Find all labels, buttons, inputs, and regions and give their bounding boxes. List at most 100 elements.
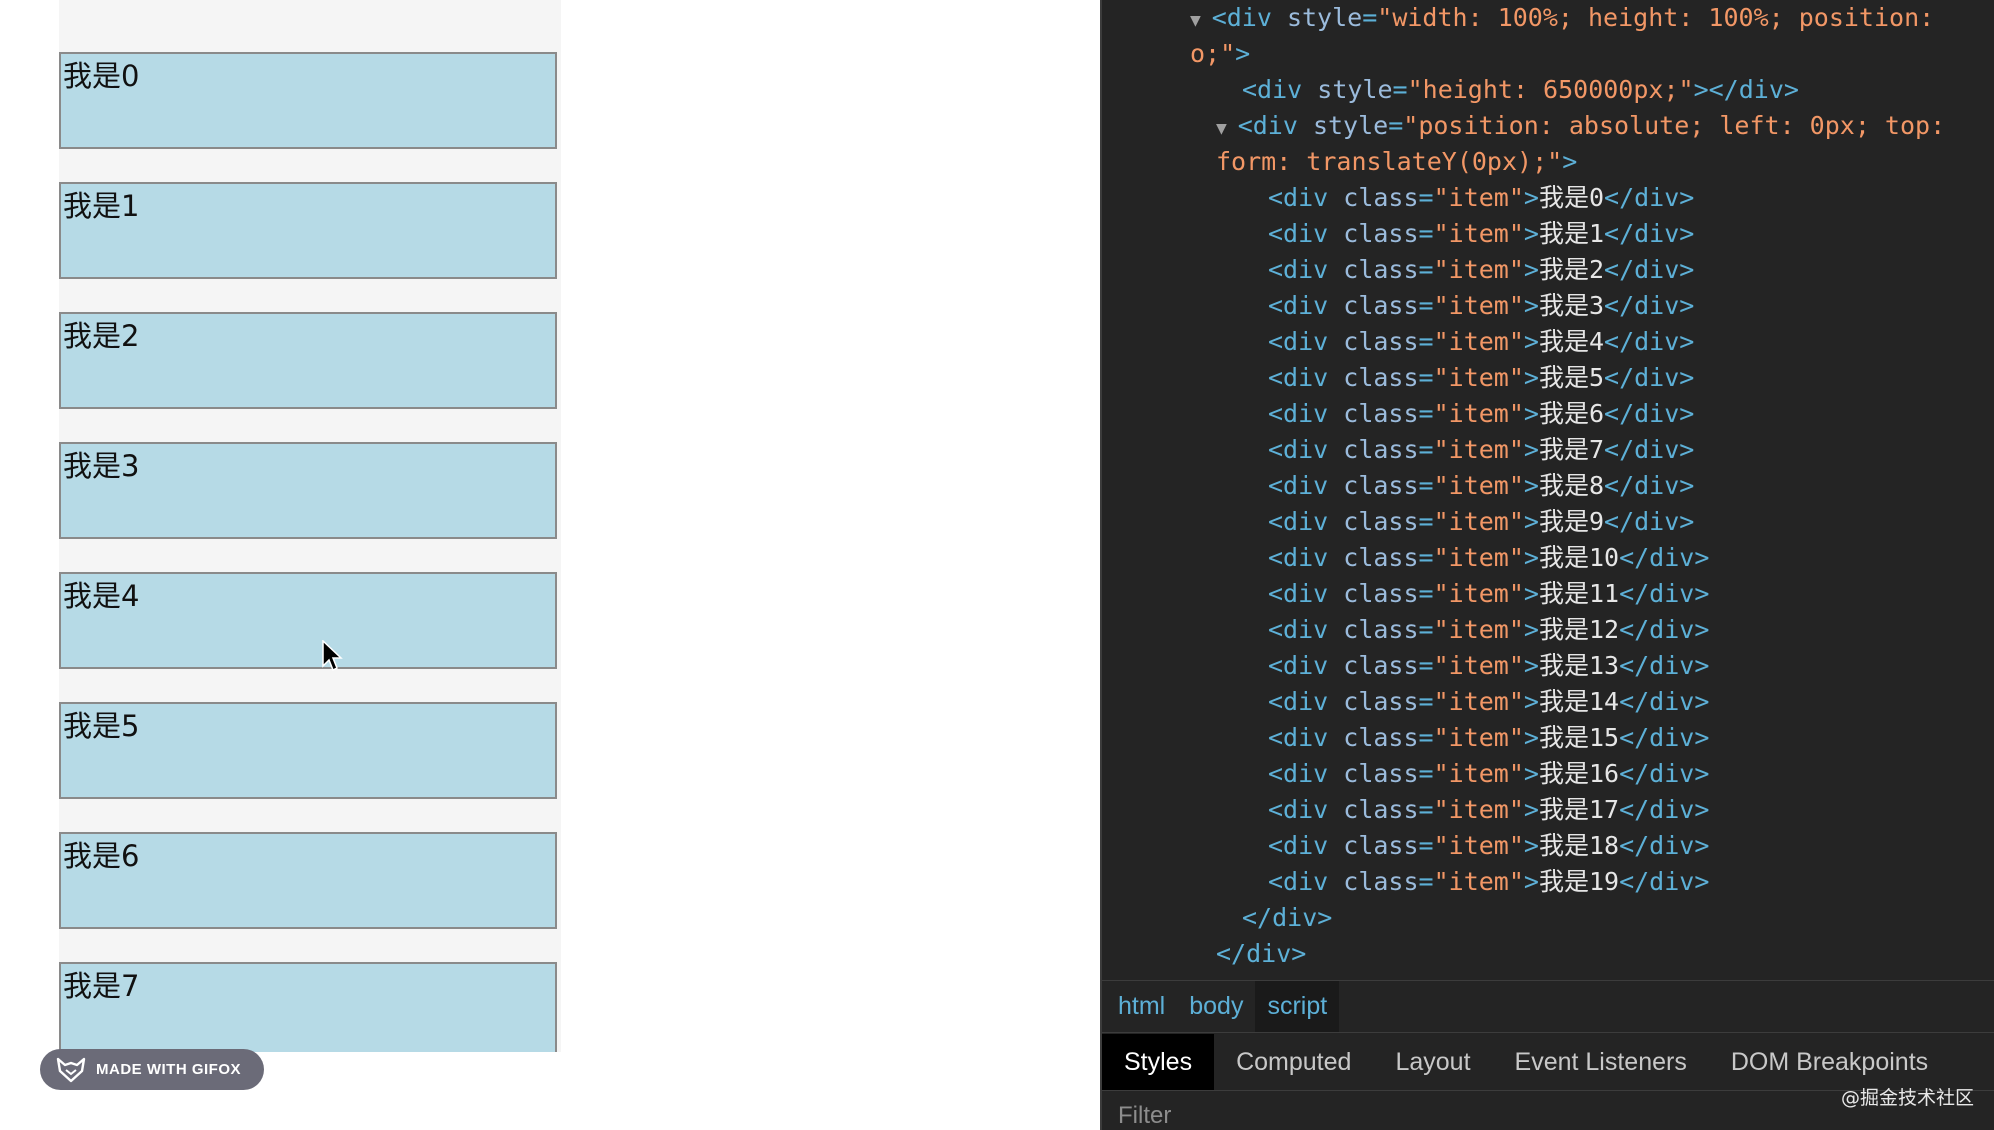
code-token: = xyxy=(1418,327,1434,356)
code-line[interactable]: <div class="item">我是2</div> xyxy=(1268,252,1694,288)
code-token: "item" xyxy=(1433,435,1524,464)
code-line[interactable]: <div class="item">我是13</div> xyxy=(1268,648,1709,684)
code-line[interactable]: <div class="item">我是6</div> xyxy=(1268,396,1694,432)
fox-logo-icon xyxy=(56,1057,86,1082)
code-token: "item" xyxy=(1433,543,1524,572)
code-line[interactable]: <div class="item">我是18</div> xyxy=(1268,828,1709,864)
code-line[interactable]: <div class="item">我是5</div> xyxy=(1268,360,1694,396)
code-token: </div> xyxy=(1604,219,1695,248)
code-token: = xyxy=(1418,435,1434,464)
code-line[interactable]: o;"> xyxy=(1190,36,1250,72)
breadcrumb-html[interactable]: html xyxy=(1106,981,1177,1032)
code-token: "item" xyxy=(1433,399,1524,428)
code-token: "item" xyxy=(1433,687,1524,716)
code-token: <div xyxy=(1268,291,1344,320)
code-line[interactable]: <div class="item">我是9</div> xyxy=(1268,504,1694,540)
code-line[interactable]: <div class="item">我是12</div> xyxy=(1268,612,1709,648)
code-line[interactable]: <div class="item">我是10</div> xyxy=(1268,540,1709,576)
code-line[interactable]: <div class="item">我是3</div> xyxy=(1268,288,1694,324)
code-token: 我是8 xyxy=(1538,471,1605,500)
list-item: 我是1 xyxy=(59,182,557,279)
breadcrumb: html body script xyxy=(1102,980,1994,1033)
code-line[interactable]: </div> xyxy=(1216,936,1306,972)
tab-dom-breakpoints[interactable]: DOM Breakpoints xyxy=(1709,1034,1950,1090)
tab-computed[interactable]: Computed xyxy=(1214,1034,1373,1090)
code-token: <div xyxy=(1268,507,1344,536)
code-token: = xyxy=(1418,579,1434,608)
code-line[interactable]: <div class="item">我是19</div> xyxy=(1268,864,1709,900)
code-token: <div xyxy=(1268,615,1344,644)
code-token: "item" xyxy=(1433,795,1524,824)
code-token: 我是0 xyxy=(1538,183,1605,212)
watermark: @掘金技术社区 xyxy=(1840,1087,1974,1109)
code-line[interactable]: <div style="height: 650000px;"></div> xyxy=(1242,72,1799,108)
code-line[interactable]: <div class="item">我是8</div> xyxy=(1268,468,1694,504)
virtual-list[interactable]: 我是0 我是1 我是2 我是3 我是4 我是5 我是6 我是7 xyxy=(59,0,561,1052)
code-token: > xyxy=(1523,831,1539,860)
code-token: = xyxy=(1418,795,1434,824)
code-token: style xyxy=(1317,75,1393,104)
code-token: </div> xyxy=(1604,507,1695,536)
code-token: style xyxy=(1312,111,1389,140)
code-token: form: translateY(0px);" xyxy=(1216,147,1563,176)
code-line[interactable]: form: translateY(0px);"> xyxy=(1216,144,1577,180)
code-token: > xyxy=(1523,759,1539,788)
expand-triangle-icon[interactable]: ▼ xyxy=(1216,118,1238,139)
code-line[interactable]: ▼ <div style="width: 100%; height: 100%;… xyxy=(1190,0,1934,36)
code-token: o;" xyxy=(1190,39,1236,68)
code-token: </div> xyxy=(1216,939,1307,968)
code-token: <div xyxy=(1268,579,1344,608)
breadcrumb-body[interactable]: body xyxy=(1177,981,1255,1032)
code-token: class xyxy=(1343,183,1419,212)
gifox-badge[interactable]: MADE WITH GIFOX xyxy=(40,1049,264,1090)
code-token: class xyxy=(1343,651,1419,680)
code-token: > xyxy=(1523,399,1539,428)
code-token: </div> xyxy=(1242,903,1333,932)
code-token: = xyxy=(1418,651,1434,680)
code-token: 我是7 xyxy=(1538,435,1605,464)
elements-tree[interactable]: ▼ <div style="width: 100%; height: 100%;… xyxy=(1102,0,1994,980)
filter-input[interactable]: Filter xyxy=(1118,1102,1171,1130)
code-line[interactable]: ▼ <div style="position: absolute; left: … xyxy=(1216,108,1945,144)
code-token: class xyxy=(1343,579,1419,608)
code-line[interactable]: <div class="item">我是16</div> xyxy=(1268,756,1709,792)
code-token: class xyxy=(1343,219,1419,248)
code-token: </div> xyxy=(1619,687,1710,716)
code-line[interactable]: <div class="item">我是0</div> xyxy=(1268,180,1694,216)
code-token: "item" xyxy=(1433,183,1524,212)
breadcrumb-script[interactable]: script xyxy=(1255,981,1340,1032)
code-token: </div> xyxy=(1619,579,1710,608)
expand-triangle-icon[interactable]: ▼ xyxy=(1190,10,1212,31)
code-line[interactable]: <div class="item">我是7</div> xyxy=(1268,432,1694,468)
code-token: 我是6 xyxy=(1538,399,1605,428)
tab-styles[interactable]: Styles xyxy=(1102,1034,1215,1090)
code-token: 我是10 xyxy=(1538,543,1620,572)
code-line[interactable]: <div class="item">我是17</div> xyxy=(1268,792,1709,828)
code-token: > xyxy=(1523,507,1539,536)
code-line[interactable]: <div class="item">我是1</div> xyxy=(1268,216,1694,252)
code-line[interactable]: <div class="item">我是14</div> xyxy=(1268,684,1709,720)
code-token: </div> xyxy=(1619,651,1710,680)
code-token: = xyxy=(1418,471,1434,500)
tab-layout[interactable]: Layout xyxy=(1373,1034,1492,1090)
list-item: 我是5 xyxy=(59,702,557,799)
code-token: 我是14 xyxy=(1538,687,1620,716)
code-token: <div xyxy=(1268,651,1344,680)
code-token: class xyxy=(1343,507,1419,536)
devtools-panel: ▼ <div style="width: 100%; height: 100%;… xyxy=(1100,0,1994,1130)
code-token: > xyxy=(1523,327,1539,356)
code-token: 我是2 xyxy=(1538,255,1605,284)
code-token: "position: absolute; left: 0px; top: xyxy=(1403,111,1946,140)
code-line[interactable]: <div class="item">我是4</div> xyxy=(1268,324,1694,360)
code-line[interactable]: <div class="item">我是15</div> xyxy=(1268,720,1709,756)
code-line[interactable]: <div class="item">我是11</div> xyxy=(1268,576,1709,612)
code-token: class xyxy=(1343,615,1419,644)
code-token: = xyxy=(1418,723,1434,752)
list-item: 我是4 xyxy=(59,572,557,669)
code-line[interactable]: </div> xyxy=(1242,900,1332,936)
tab-event-listeners[interactable]: Event Listeners xyxy=(1493,1034,1709,1090)
code-token: 我是18 xyxy=(1538,831,1620,860)
code-token: = xyxy=(1418,831,1434,860)
code-token: 我是19 xyxy=(1538,867,1620,896)
code-token: 我是5 xyxy=(1538,363,1605,392)
